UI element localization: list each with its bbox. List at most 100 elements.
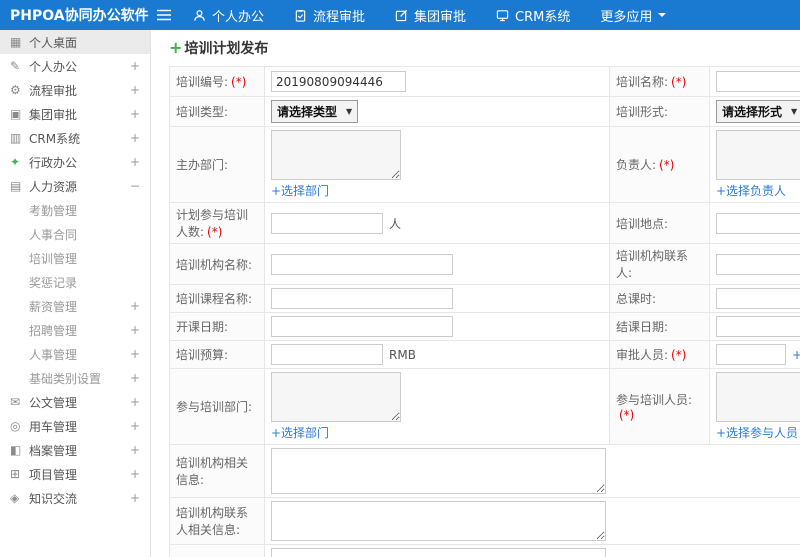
nav-crm-system[interactable]: CRM系统	[481, 0, 585, 30]
form-row: 培训课程名称: 总课时:	[169, 284, 800, 313]
field-label: 培训机构联系人:	[616, 249, 689, 280]
expand-icon: +	[129, 395, 140, 409]
collapse-icon: −	[129, 179, 140, 193]
select-approver-link[interactable]: +选择审批人员	[792, 348, 800, 362]
monitor-icon: ▥	[10, 131, 22, 145]
total-hours-input[interactable]	[716, 288, 800, 309]
star-icon: ✦	[10, 155, 21, 169]
nav-personal-office[interactable]: 个人办公	[178, 0, 279, 30]
nav-workflow-approval[interactable]: 流程审批	[279, 0, 380, 30]
main-content: + 培训计划发布 培训编号:(*) 培训名称:(*) 培训类型: 请选择类型 培…	[151, 30, 800, 557]
leader-textarea[interactable]	[716, 130, 800, 180]
required-mark: (*)	[207, 225, 223, 239]
pencil-icon: ✎	[10, 59, 21, 73]
form-row: 培训机构名称: 培训机构联系人:	[169, 243, 800, 285]
nav-label: 个人办公	[212, 9, 265, 25]
sidebar-item-workflow-approval[interactable]: ⚙ 流程审批 +	[0, 78, 150, 102]
form-row: 参与培训部门: +选择部门 参与培训人员:(*) +选择参与人员	[169, 368, 800, 445]
sidebar-item-group-approval[interactable]: ▣ 集团审批 +	[0, 102, 150, 126]
plus-icon: +	[169, 38, 183, 57]
form-row: 计划参与培训人数: (*) 人 培训地点:	[169, 202, 800, 244]
page-title-text: 培训计划发布	[184, 41, 269, 57]
select-department-link[interactable]: +选择部门	[271, 184, 329, 198]
form-row: 培训机构相关信息:	[169, 444, 800, 498]
nav-group-approval[interactable]: 集团审批	[380, 0, 481, 30]
participants-textarea[interactable]	[716, 372, 800, 422]
sidebar-item-base-category[interactable]: 基础类别设置 +	[0, 366, 150, 390]
sidebar-item-vehicle[interactable]: ◎ 用车管理 +	[0, 414, 150, 438]
institution-info-textarea[interactable]	[271, 448, 606, 494]
institution-name-input[interactable]	[271, 253, 453, 275]
field-label: 培训课程名称:	[176, 292, 253, 306]
field-label: 培训机构相关信息:	[176, 456, 249, 487]
envelope-icon: ✉	[10, 395, 21, 409]
sidebar-item-salary[interactable]: 薪资管理 +	[0, 294, 150, 318]
desktop-icon: ▦	[10, 35, 22, 49]
select-leader-link[interactable]: +选择负责人	[716, 184, 786, 198]
expand-icon: +	[129, 491, 140, 505]
field-label: 培训形式:	[616, 105, 669, 119]
field-label: 主办部门:	[176, 158, 229, 172]
planned-participants-input[interactable]	[271, 212, 383, 234]
sidebar-item-hr-contract[interactable]: 人事合同	[0, 222, 150, 246]
sidebar-item-training[interactable]: 培训管理	[0, 246, 150, 270]
training-location-input[interactable]	[716, 212, 800, 234]
sidebar-item-project[interactable]: ⊞ 项目管理 +	[0, 462, 150, 486]
sidebar-item-crm[interactable]: ▥ CRM系统 +	[0, 126, 150, 150]
sidebar-item-attendance[interactable]: 考勤管理	[0, 198, 150, 222]
sidebar-item-archive[interactable]: ◧ 档案管理 +	[0, 438, 150, 462]
training-no-input[interactable]	[271, 71, 406, 92]
field-label: 培训类型:	[176, 105, 229, 119]
sidebar-item-desktop[interactable]: ▦ 个人桌面	[0, 30, 150, 54]
expand-icon: +	[129, 323, 140, 337]
institution-contact-info-textarea[interactable]	[271, 501, 606, 541]
required-mark: (*)	[231, 75, 247, 89]
training-requirements-textarea[interactable]	[271, 548, 606, 557]
institution-contact-input[interactable]	[716, 253, 800, 275]
select-participants-link[interactable]: +选择参与人员	[716, 426, 798, 440]
currency-label: RMB	[389, 347, 416, 362]
budget-input[interactable]	[271, 344, 383, 365]
hamburger-icon	[157, 9, 171, 21]
host-department-textarea[interactable]	[271, 130, 401, 180]
start-date-input[interactable]	[271, 316, 453, 337]
field-label: 培训地点:	[616, 216, 669, 231]
sidebar-item-knowledge[interactable]: ◈ 知识交流 +	[0, 486, 150, 510]
required-mark: (*)	[619, 408, 635, 422]
expand-icon: +	[129, 155, 140, 169]
diamond-icon: ◈	[10, 491, 20, 505]
course-name-input[interactable]	[271, 288, 453, 309]
approver-input[interactable]	[716, 344, 786, 365]
form-row: 培训要求:	[169, 544, 800, 557]
field-label: 结课日期:	[616, 320, 669, 334]
sidebar-item-admin-office[interactable]: ✦ 行政办公 +	[0, 150, 150, 174]
select-department-link[interactable]: +选择部门	[271, 426, 329, 440]
expand-icon: +	[129, 83, 140, 97]
expand-icon: +	[129, 347, 140, 361]
page-title: + 培训计划发布	[169, 38, 800, 58]
sidebar-item-recruitment[interactable]: 招聘管理 +	[0, 318, 150, 342]
sidebar-item-reward-punishment[interactable]: 奖惩记录	[0, 270, 150, 294]
chevron-down-icon	[658, 13, 667, 21]
expand-icon: +	[129, 131, 140, 145]
expand-icon: +	[129, 419, 140, 433]
participating-departments-textarea[interactable]	[271, 372, 401, 422]
book-icon: ▤	[10, 179, 22, 193]
field-label: 培训机构联系人相关信息:	[176, 506, 249, 537]
sidebar-item-personnel[interactable]: 人事管理 +	[0, 342, 150, 366]
monitor-icon	[496, 9, 509, 21]
training-type-select[interactable]: 请选择类型	[271, 100, 359, 123]
workflow-icon	[295, 9, 306, 22]
sidebar-item-document[interactable]: ✉ 公文管理 +	[0, 390, 150, 414]
sidebar-item-personal-office[interactable]: ✎ 个人办公 +	[0, 54, 150, 78]
nav-more-apps[interactable]: 更多应用	[585, 0, 681, 30]
form-row: 培训类型: 请选择类型 培训形式: 请选择形式	[169, 96, 800, 127]
form-row: 开课日期: 结课日期:	[169, 312, 800, 341]
nav-label: CRM系统	[515, 9, 571, 25]
end-date-input[interactable]	[716, 316, 800, 337]
training-form-select[interactable]: 请选择形式	[716, 100, 800, 123]
sidebar-item-hr[interactable]: ▤ 人力资源 −	[0, 174, 150, 198]
menu-toggle-button[interactable]	[150, 0, 178, 30]
stamp-icon: ▣	[10, 107, 22, 121]
training-name-input[interactable]	[716, 71, 800, 92]
